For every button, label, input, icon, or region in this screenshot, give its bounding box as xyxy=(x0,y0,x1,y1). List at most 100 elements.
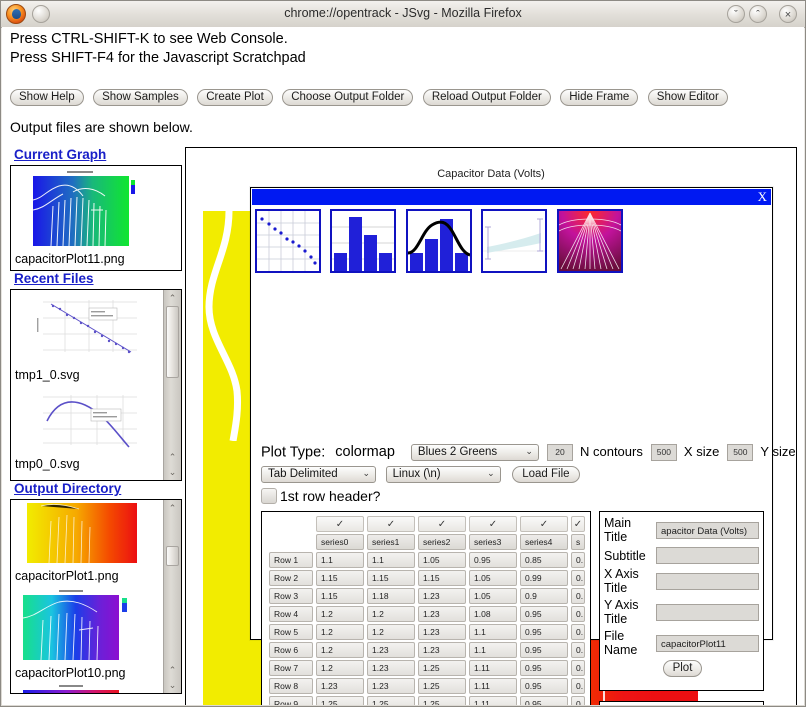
table-cell[interactable]: 1.25 xyxy=(418,678,466,694)
table-cell[interactable]: 0.95 xyxy=(520,606,568,622)
table-cell[interactable]: 1.18 xyxy=(367,588,415,604)
series-checkbox-2[interactable]: ✓ xyxy=(418,516,466,532)
colormap-select[interactable]: Blues 2 Greens ⌄ xyxy=(411,444,539,461)
hide-frame-button[interactable]: Hide Frame xyxy=(560,89,638,106)
table-cell[interactable]: 1.23 xyxy=(367,660,415,676)
table-cell[interactable]: 0. xyxy=(571,696,585,705)
row-header[interactable]: Row 4 xyxy=(269,606,313,622)
table-cell[interactable]: 0.95 xyxy=(520,660,568,676)
dialog-close-icon[interactable]: X xyxy=(758,188,767,205)
table-cell[interactable]: 1.11 xyxy=(469,678,517,694)
table-cell[interactable]: 1.2 xyxy=(316,606,364,622)
table-cell[interactable]: 0.99 xyxy=(520,570,568,586)
column-header-5[interactable]: s xyxy=(571,534,585,550)
table-cell[interactable]: 0. xyxy=(571,642,585,658)
table-cell[interactable]: 1.15 xyxy=(367,570,415,586)
y-axis-title-input[interactable] xyxy=(656,604,759,621)
show-help-button[interactable]: Show Help xyxy=(10,89,84,106)
x-size-input[interactable]: 500 xyxy=(651,444,677,461)
bar-chart-icon[interactable] xyxy=(330,209,396,273)
table-cell[interactable]: 1.23 xyxy=(418,606,466,622)
reload-output-folder-button[interactable]: Reload Output Folder xyxy=(423,89,551,106)
table-cell[interactable]: 1.25 xyxy=(316,696,364,705)
output-directory-heading[interactable]: Output Directory xyxy=(14,481,182,496)
first-row-header-checkbox[interactable] xyxy=(261,488,277,504)
output-thumbnail-2[interactable] xyxy=(11,584,181,665)
table-cell[interactable]: 1.1 xyxy=(367,552,415,568)
close-button[interactable]: × xyxy=(779,5,797,23)
plot-button[interactable]: Plot xyxy=(663,660,703,677)
table-cell[interactable]: 0. xyxy=(571,570,585,586)
output-thumbnail-1[interactable] xyxy=(11,500,181,568)
table-cell[interactable]: 1.23 xyxy=(316,678,364,694)
table-cell[interactable]: 1.11 xyxy=(469,696,517,705)
table-cell[interactable]: 1.25 xyxy=(418,660,466,676)
dialog-titlebar[interactable]: X xyxy=(252,189,771,205)
table-cell[interactable]: 1.15 xyxy=(316,570,364,586)
maximize-button[interactable]: ˆ xyxy=(749,5,767,23)
column-header-0[interactable]: series0 xyxy=(316,534,364,550)
series-checkbox-1[interactable]: ✓ xyxy=(367,516,415,532)
scroll-up-icon-2[interactable]: ⌃ xyxy=(164,450,181,464)
scroll-down-icon[interactable]: ⌄ xyxy=(164,465,181,479)
table-cell[interactable]: 0.95 xyxy=(520,678,568,694)
histogram-curve-icon[interactable] xyxy=(406,209,472,273)
column-header-1[interactable]: series1 xyxy=(367,534,415,550)
row-header[interactable]: Row 9 xyxy=(269,696,313,705)
table-cell[interactable]: 0. xyxy=(571,552,585,568)
table-cell[interactable]: 1.2 xyxy=(367,624,415,640)
table-cell[interactable]: 0. xyxy=(571,678,585,694)
row-header[interactable]: Row 1 xyxy=(269,552,313,568)
table-cell[interactable]: 1.05 xyxy=(469,588,517,604)
table-cell[interactable]: 1.2 xyxy=(316,624,364,640)
column-header-2[interactable]: series2 xyxy=(418,534,466,550)
table-cell[interactable]: 1.15 xyxy=(418,570,466,586)
table-cell[interactable]: 1.25 xyxy=(418,696,466,705)
scrollbar-thumb[interactable] xyxy=(166,306,179,378)
table-cell[interactable]: 1.1 xyxy=(316,552,364,568)
subtitle-input[interactable] xyxy=(656,547,759,564)
y-size-input[interactable]: 500 xyxy=(727,444,753,461)
row-header[interactable]: Row 6 xyxy=(269,642,313,658)
table-cell[interactable]: 1.2 xyxy=(367,606,415,622)
table-cell[interactable]: 1.05 xyxy=(418,552,466,568)
series-checkbox-4[interactable]: ✓ xyxy=(520,516,568,532)
table-cell[interactable]: 1.23 xyxy=(418,588,466,604)
series-checkbox-0[interactable]: ✓ xyxy=(316,516,364,532)
column-header-3[interactable]: series3 xyxy=(469,534,517,550)
table-cell[interactable]: 0.95 xyxy=(469,552,517,568)
choose-output-folder-button[interactable]: Choose Output Folder xyxy=(282,89,413,106)
series-checkbox-5[interactable]: ✓ xyxy=(571,516,585,532)
load-file-button[interactable]: Load File xyxy=(512,466,579,483)
scroll-up-icon[interactable]: ⌃ xyxy=(164,291,181,305)
table-cell[interactable]: 1.2 xyxy=(316,660,364,676)
table-cell[interactable]: 0. xyxy=(571,624,585,640)
table-cell[interactable]: 1.2 xyxy=(316,642,364,658)
table-cell[interactable]: 0.95 xyxy=(520,696,568,705)
table-cell[interactable]: 1.05 xyxy=(469,570,517,586)
row-header[interactable]: Row 7 xyxy=(269,660,313,676)
table-cell[interactable]: 1.23 xyxy=(418,642,466,658)
table-cell[interactable]: 1.1 xyxy=(469,642,517,658)
output-directory-scrollbar[interactable]: ⌃ ⌃ ⌄ xyxy=(163,500,181,693)
row-header[interactable]: Row 5 xyxy=(269,624,313,640)
show-editor-button[interactable]: Show Editor xyxy=(648,89,728,106)
table-cell[interactable]: 1.1 xyxy=(469,624,517,640)
table-cell[interactable]: 1.23 xyxy=(367,642,415,658)
delimiter-select[interactable]: Tab Delimited ⌄ xyxy=(261,466,376,483)
series-checkbox-3[interactable]: ✓ xyxy=(469,516,517,532)
file-name-input[interactable]: capacitorPlot11 xyxy=(656,635,759,652)
scroll-up-icon-2[interactable]: ⌃ xyxy=(164,663,181,677)
colormap-icon[interactable] xyxy=(557,209,623,273)
table-cell[interactable]: 0.95 xyxy=(520,624,568,640)
table-cell[interactable]: 1.25 xyxy=(367,696,415,705)
main-title-input[interactable]: apacitor Data (Volts) xyxy=(656,522,759,539)
recent-file-thumbnail-1[interactable] xyxy=(11,290,181,367)
table-cell[interactable]: 0.95 xyxy=(520,642,568,658)
recent-files-scrollbar[interactable]: ⌃ ⌃ ⌄ xyxy=(163,290,181,480)
create-plot-button[interactable]: Create Plot xyxy=(197,89,273,106)
table-cell[interactable]: 0. xyxy=(571,660,585,676)
recent-files-heading[interactable]: Recent Files xyxy=(14,271,182,286)
output-thumbnail-3[interactable] xyxy=(11,681,181,694)
table-cell[interactable]: 1.08 xyxy=(469,606,517,622)
